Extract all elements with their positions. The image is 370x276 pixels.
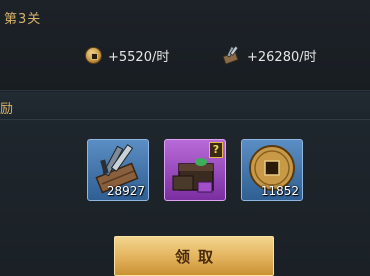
item-count: 28927 [106, 184, 145, 198]
reward-item-supply[interactable]: 28927 [87, 139, 149, 201]
copper-coin-icon [85, 46, 102, 64]
reward-header: 励 [0, 92, 370, 120]
copper-income-rate: +5520/时 [85, 44, 169, 66]
unknown-badge: ? [209, 142, 223, 158]
reward-header-text: 励 [0, 102, 14, 117]
reward-item-copper-coin[interactable]: 11852 [241, 139, 303, 201]
item-count: 11852 [260, 184, 299, 198]
claim-button[interactable]: 领取 [114, 236, 274, 276]
divider [0, 90, 370, 91]
copper-income-text: +5520/时 [108, 49, 170, 65]
supply-income-rate: +26280/时 [221, 44, 317, 66]
reward-item-mystery-chest[interactable]: ? [164, 139, 226, 201]
stage-title: 第3关 [4, 12, 42, 27]
claim-button-label: 领取 [174, 247, 221, 266]
income-panel: 第3关 +5520/时 +26280/时 [0, 0, 370, 90]
supply-income-text: +26280/时 [247, 49, 317, 65]
supply-crate-icon [221, 45, 241, 65]
